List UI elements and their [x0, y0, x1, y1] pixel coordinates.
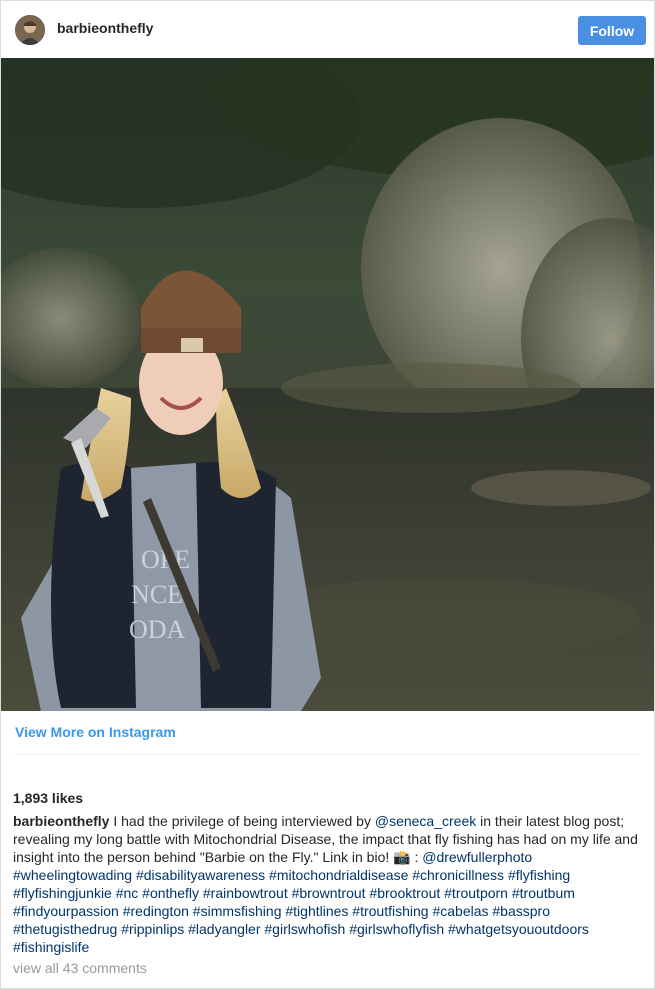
avatar[interactable] — [15, 15, 45, 45]
svg-text:NCE: NCE — [131, 580, 183, 609]
caption-username[interactable]: barbieonthefly — [13, 813, 109, 829]
caption-text-1: I had the privilege of being interviewed… — [109, 813, 375, 829]
view-more-on-instagram-link[interactable]: View More on Instagram — [15, 724, 176, 740]
post-header: barbieonthefly Follow — [1, 1, 654, 57]
post-photo[interactable]: OPE NCE ODA — [1, 58, 654, 711]
mention-drewfullerphoto[interactable]: @drewfullerphoto — [422, 849, 532, 865]
divider — [15, 754, 640, 755]
caption-hashtags[interactable]: #wheelingtowading #disabilityawareness #… — [13, 867, 589, 955]
post-caption: barbieonthefly I had the privilege of be… — [13, 812, 643, 956]
svg-text:ODA: ODA — [129, 615, 186, 644]
username[interactable]: barbieonthefly — [57, 20, 153, 36]
view-all-comments-link[interactable]: view all 43 comments — [13, 960, 147, 976]
instagram-post: barbieonthefly Follow OPE NCE ODA View M… — [0, 0, 655, 989]
mention-seneca-creek[interactable]: @seneca_creek — [375, 813, 476, 829]
follow-button[interactable]: Follow — [578, 16, 646, 45]
likes-count[interactable]: 1,893 likes — [13, 790, 83, 806]
post-photo-image: OPE NCE ODA — [1, 58, 654, 711]
